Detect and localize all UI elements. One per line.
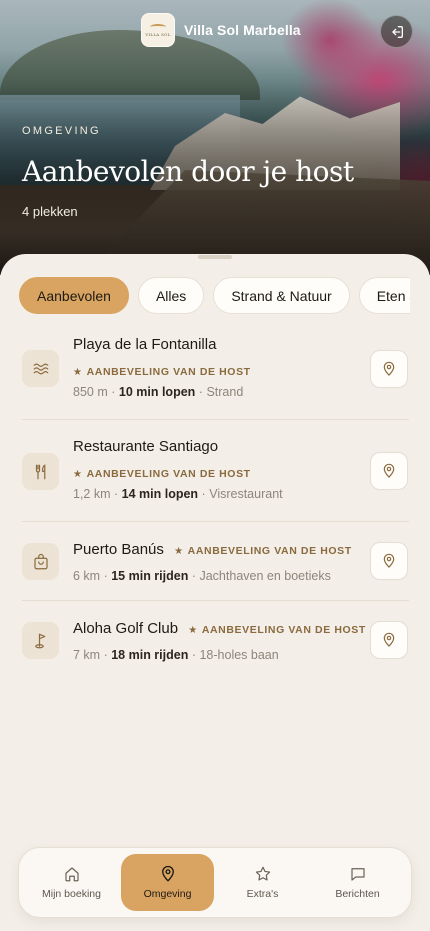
place-name: Restaurante Santiago [73,438,219,455]
cutlery-icon [35,463,45,479]
show-on-map-button[interactable] [370,621,408,659]
nav-item-extras[interactable]: Extra's [216,854,309,911]
logout-button[interactable] [380,15,413,48]
list-item[interactable]: Puerto Banús ★ AANBEVELING VAN DE HOST 6 … [22,522,409,601]
sheet-handle[interactable] [198,255,232,259]
show-on-map-button[interactable] [370,542,408,580]
place-icon [22,350,59,387]
place-name: Puerto Banús ★ AANBEVELING VAN DE HOST [73,541,352,558]
place-name: Playa de la Fontanilla [73,336,217,353]
list-item[interactable]: Playa de la Fontanilla ★ AANBEVELING VAN … [22,318,409,420]
place-meta: 1,2 km · 14 min lopen · Visrestaurant [73,487,283,501]
place-meta: 850 m · 10 min lopen · Strand [73,385,244,399]
host-recommendation-badge: ★ AANBEVELING VAN DE HOST [188,624,366,636]
star-icon: ★ [73,469,83,480]
nav-item-mijn-boeking[interactable]: Mijn boeking [25,854,118,911]
nav-label: Omgeving [143,888,192,900]
filter-chips: Aanbevolen Alles Strand & Natuur Eten & … [19,277,410,314]
chip-eten-drinken[interactable]: Eten & Drinken [358,277,410,314]
place-name: Aloha Golf Club ★ AANBEVELING VAN DE HOST [73,620,366,637]
shopping-bag-icon [33,553,48,569]
nav-label: Extra's [246,888,279,900]
places-list: Playa de la Fontanilla ★ AANBEVELING VAN … [22,318,409,681]
list-item[interactable]: Aloha Golf Club ★ AANBEVELING VAN DE HOST… [22,601,409,681]
logo-arc-icon [150,23,166,30]
place-icon [22,453,59,490]
chip-aanbevolen[interactable]: Aanbevolen [19,277,129,314]
logo-text: VILLA SOL [145,31,171,37]
place-meta: 6 km · 15 min rijden · Jachthaven en boe… [73,569,331,583]
map-pin-icon [383,463,395,478]
map-pin-icon [383,361,395,376]
place-meta: 7 km · 18 min rijden · 18-holes baan [73,648,279,662]
logout-icon [391,25,403,38]
host-recommendation-badge: ★ AANBEVELING VAN DE HOST [174,545,352,557]
nav-label: Mijn boeking [42,888,101,900]
nav-label: Berichten [335,888,380,900]
section-eyebrow: OMGEVING [22,125,101,137]
star-icon: ★ [73,367,83,378]
chip-alles[interactable]: Alles [137,277,205,314]
bottom-nav: Mijn boeking Omgeving Extra's Berichten [18,847,412,918]
star-icon [255,866,270,881]
star-icon: ★ [188,625,198,636]
show-on-map-button[interactable] [370,350,408,388]
chip-strand-natuur[interactable]: Strand & Natuur [213,277,350,314]
golf-flag-icon [34,633,45,648]
places-count: 4 plekken [22,204,78,219]
nav-item-berichten[interactable]: Berichten [311,854,404,911]
message-icon [350,868,365,881]
page-title: Aanbevolen door je host [22,155,354,188]
list-item[interactable]: Restaurante Santiago ★ AANBEVELING VAN DE… [22,420,409,522]
map-pin-icon [383,553,395,568]
show-on-map-button[interactable] [370,452,408,490]
place-icon [22,622,59,659]
villa-logo: VILLA SOL [141,13,175,47]
home-icon [64,867,79,882]
host-recommendation-badge: ★ AANBEVELING VAN DE HOST [73,366,251,378]
place-icon [22,543,59,580]
host-recommendation-badge: ★ AANBEVELING VAN DE HOST [73,468,251,480]
waves-icon [33,363,48,374]
brand-name: Villa Sol Marbella [184,22,301,38]
nav-item-omgeving[interactable]: Omgeving [121,854,214,911]
map-pin-icon [383,632,395,647]
map-pin-icon [161,865,174,882]
star-icon: ★ [174,546,184,557]
brand: VILLA SOL Villa Sol Marbella [141,13,301,47]
